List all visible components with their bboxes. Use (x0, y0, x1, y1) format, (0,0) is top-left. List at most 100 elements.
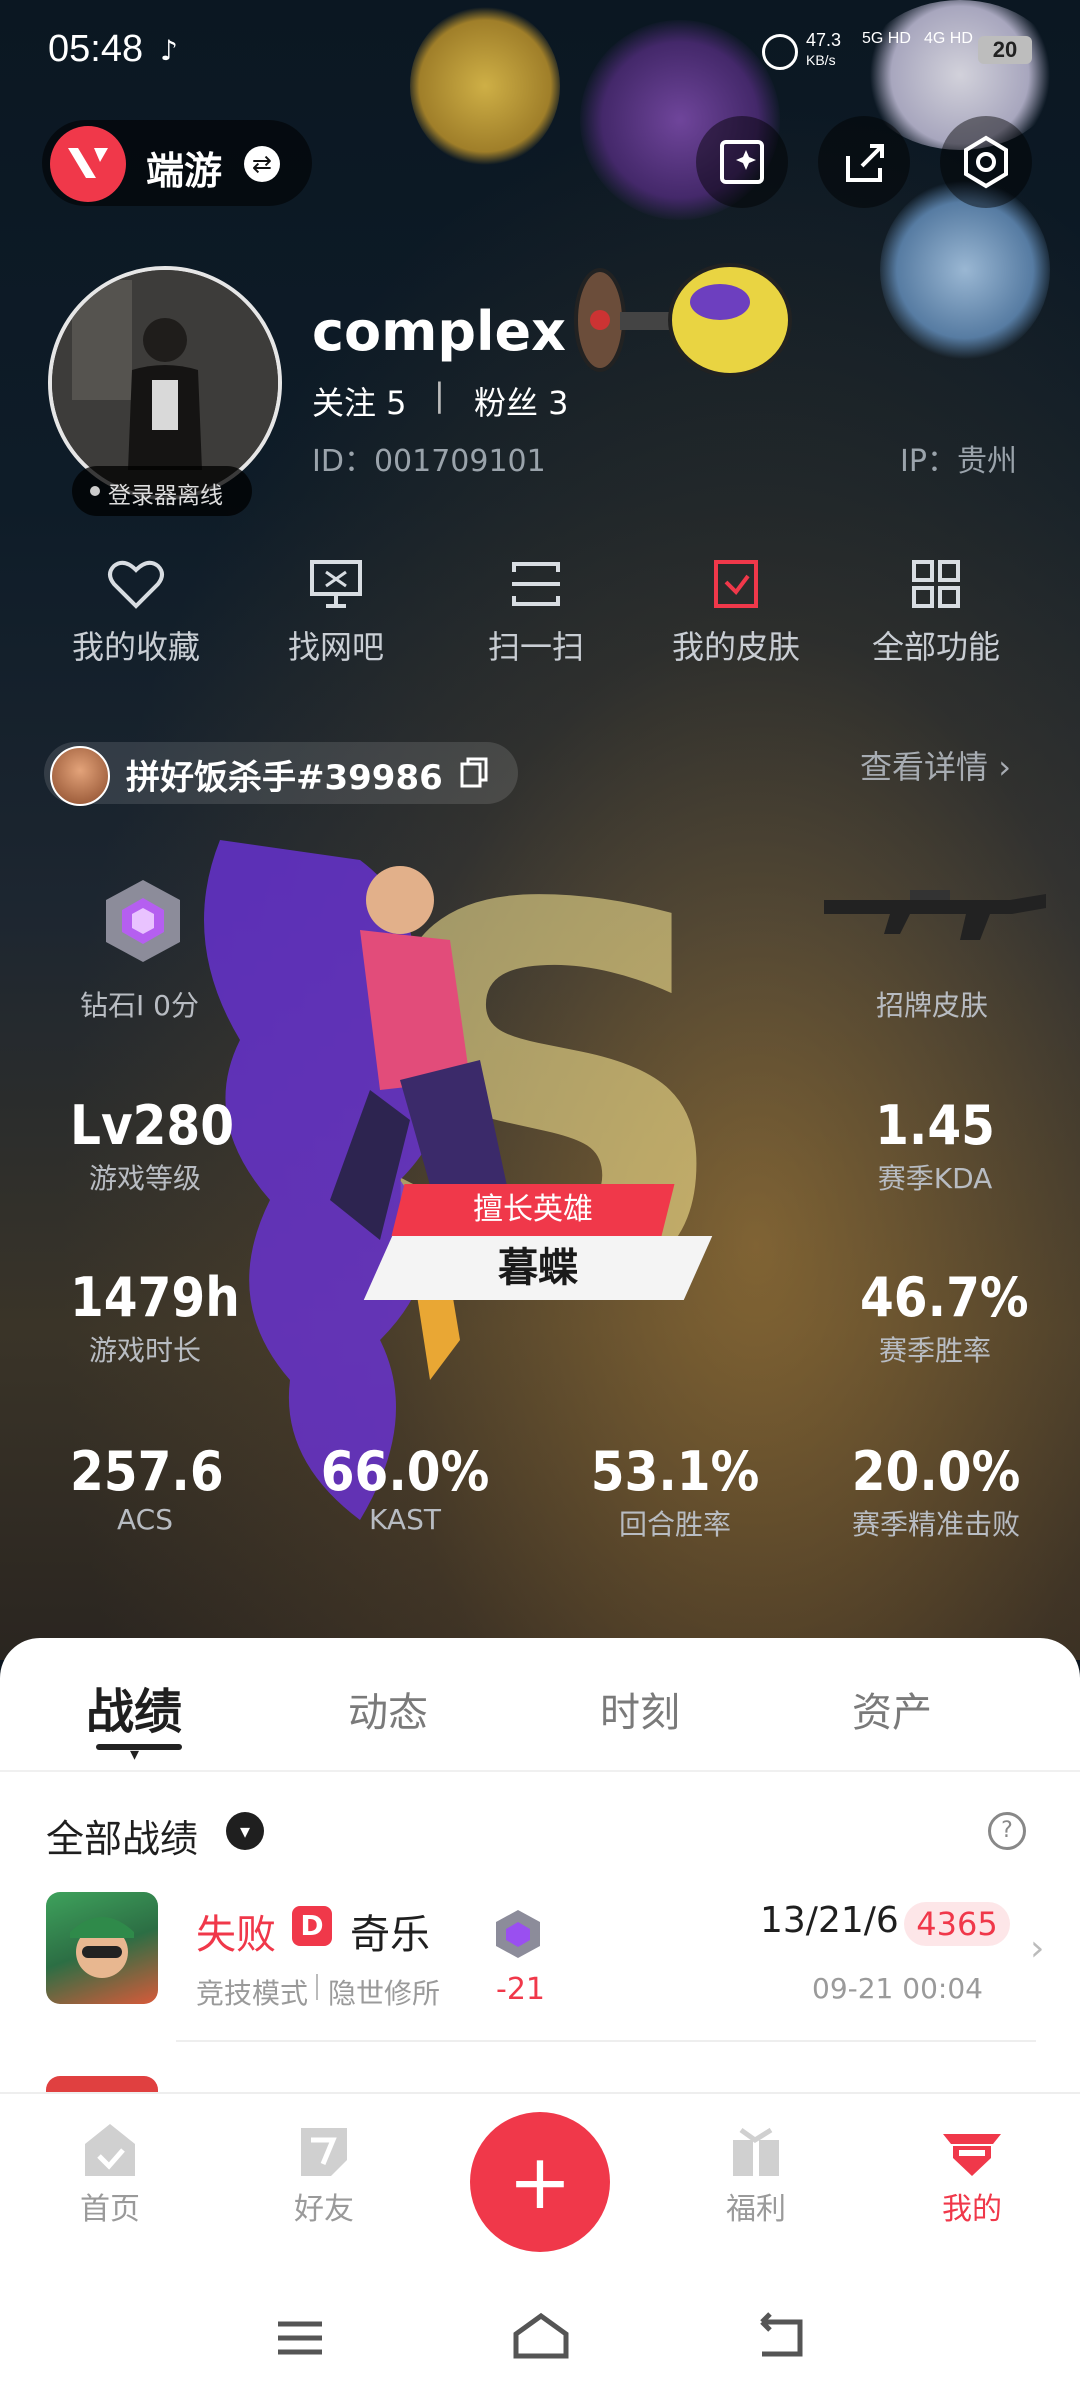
nav-welfare-label: 福利 (726, 2192, 786, 2227)
stat-round-winrate: 53.1% 回合胜率 (590, 1440, 760, 1543)
rank-text: 钻石I 0分 (80, 989, 199, 1022)
agent-profile-icon (943, 2134, 1001, 2176)
hero-name-banner: 暮蝶 (363, 1236, 713, 1300)
system-back-button[interactable] (752, 2312, 808, 2366)
stat-acs-value: 257.6 (70, 1440, 224, 1503)
nav-home[interactable]: 首页 (50, 2120, 170, 2228)
sparkle-button[interactable] (696, 116, 788, 208)
signal-5g: 5G HD (862, 30, 911, 47)
row-divider (176, 2040, 1036, 2042)
battery-level: 20 (992, 37, 1018, 62)
tab-dynamics[interactable]: 动态 (348, 1680, 428, 1738)
share-button[interactable] (818, 116, 910, 208)
stat-kda-label: 赛季KDA (877, 1162, 993, 1195)
records-filter-label: 全部战绩 (46, 1817, 199, 1861)
app-switch-label: 端游 (146, 149, 223, 193)
game-account-name: 拼好饭杀手#39986 (126, 758, 443, 798)
mode-separator (316, 1974, 318, 2000)
stat-hours: 1479h 游戏时长 (70, 1266, 240, 1369)
rank-badge: D (292, 1906, 332, 1946)
system-home-button[interactable] (510, 2310, 572, 2366)
nav-home-label: 首页 (80, 2192, 140, 2227)
stat-kast-label: KAST (369, 1503, 441, 1536)
menu-all-functions-label: 全部功能 (871, 628, 1000, 666)
offline-status-pill: 登录器离线 (72, 466, 252, 516)
view-details-link[interactable]: 查看详情 › (860, 742, 1011, 788)
gear-icon (964, 135, 1008, 189)
chevron-down-icon[interactable]: ▾ (226, 1812, 264, 1850)
stat-round-winrate-label: 回合胜率 (618, 1508, 731, 1541)
avatar[interactable] (48, 266, 282, 500)
follow-count[interactable]: 关注 5 (312, 378, 407, 424)
monitor-icon (310, 560, 362, 608)
stat-winrate-label: 赛季胜率 (878, 1334, 991, 1367)
help-icon[interactable]: ? (988, 1812, 1026, 1850)
switch-icon: ⇄ (244, 146, 280, 182)
hero-name: 暮蝶 (498, 1245, 578, 1291)
home-icon (85, 2124, 135, 2176)
nav-welfare[interactable]: 福利 (696, 2120, 816, 2228)
separator: | (434, 376, 445, 414)
chevron-right-icon: › (998, 748, 1011, 786)
stat-round-winrate-value: 53.1% (590, 1440, 760, 1503)
system-menu-button[interactable] (272, 2316, 328, 2364)
menu-all-functions[interactable]: 全部功能 (836, 556, 1036, 668)
menu-scan[interactable]: 扫一扫 (436, 556, 636, 668)
scan-icon (512, 562, 560, 606)
stat-level: Lv280 游戏等级 (70, 1094, 234, 1197)
status-time: 05:48 (48, 28, 144, 70)
nav-friends-label: 好友 (294, 2192, 354, 2227)
menu-find-netcafe[interactable]: 找网吧 (236, 556, 436, 668)
create-post-button[interactable]: + (470, 2112, 610, 2252)
agent-character-art (160, 820, 580, 1540)
signature-skin-label: 招牌皮肤 (876, 989, 989, 1022)
menu-favorites-label: 我的收藏 (71, 628, 200, 666)
friends-icon (301, 2128, 347, 2176)
system-home-icon (513, 2312, 569, 2359)
battery-icon: 20 (978, 36, 1032, 64)
hero-tag-label: 擅长英雄 (473, 1192, 593, 1227)
nav-me[interactable]: 我的 (912, 2120, 1032, 2228)
signal-4g: 4G HD (924, 30, 973, 47)
fans-count[interactable]: 粉丝 3 (474, 378, 569, 424)
settings-button[interactable] (940, 116, 1032, 208)
user-id: ID：001709101 (312, 444, 546, 479)
tab-records[interactable]: 战绩 (86, 1672, 182, 1742)
copy-icon[interactable] (458, 756, 490, 794)
rifle-skin-icon (820, 880, 1050, 950)
match-map: 隐世修所 (328, 1977, 441, 2010)
tab-moments[interactable]: 时刻 (600, 1680, 680, 1738)
menu-find-netcafe-label: 找网吧 (287, 628, 384, 666)
stat-kda: 1.45 赛季KDA (860, 1094, 1010, 1197)
stat-hours-label: 游戏时长 (88, 1334, 201, 1367)
back-arrow-icon (760, 2312, 803, 2357)
plus-icon: + (508, 2137, 572, 2226)
nav-friends[interactable]: 好友 (264, 2120, 384, 2228)
offline-status-text: 登录器离线 (108, 483, 223, 509)
status-dot-icon (90, 486, 100, 496)
menu-lines-icon (278, 2321, 322, 2355)
sparkle-frame-icon (720, 140, 764, 184)
tab-assets[interactable]: 资产 (852, 1680, 932, 1738)
view-details-label: 查看详情 (860, 748, 989, 786)
match-mode: 竞技模式 (196, 1977, 309, 2010)
menu-my-skins[interactable]: 我的皮肤 (636, 556, 836, 668)
heart-icon (108, 560, 164, 609)
records-filter-dropdown[interactable]: 全部战绩 (46, 1808, 199, 1861)
rank-change-diamond-icon (492, 1908, 544, 1964)
hero-tag: 擅长英雄 (391, 1184, 675, 1236)
stat-winrate: 46.7% 赛季胜率 (860, 1266, 1029, 1369)
stat-hours-value: 1479h (70, 1266, 240, 1329)
stat-precise-kills-label: 赛季精准击败 (851, 1508, 1020, 1541)
valorant-logo-icon (50, 126, 126, 202)
menu-scan-label: 扫一扫 (487, 628, 584, 666)
network-unit: KB/s (806, 52, 836, 68)
tab-active-chevron-icon: ▾ (130, 1744, 140, 1765)
match-row[interactable]: 失败 D 奇乐 竞技模式 隐世修所 -21 13/21/6 4365 09-21… (40, 1880, 1050, 2040)
match-time: 09-21 00:04 (812, 1972, 983, 2005)
match-agent: 奇乐 (350, 1912, 430, 1958)
menu-favorites[interactable]: 我的收藏 (36, 556, 236, 668)
sticker-character-icon (410, 6, 560, 166)
match-result: 失败 (196, 1912, 276, 1958)
stat-winrate-value: 46.7% (860, 1266, 1029, 1329)
